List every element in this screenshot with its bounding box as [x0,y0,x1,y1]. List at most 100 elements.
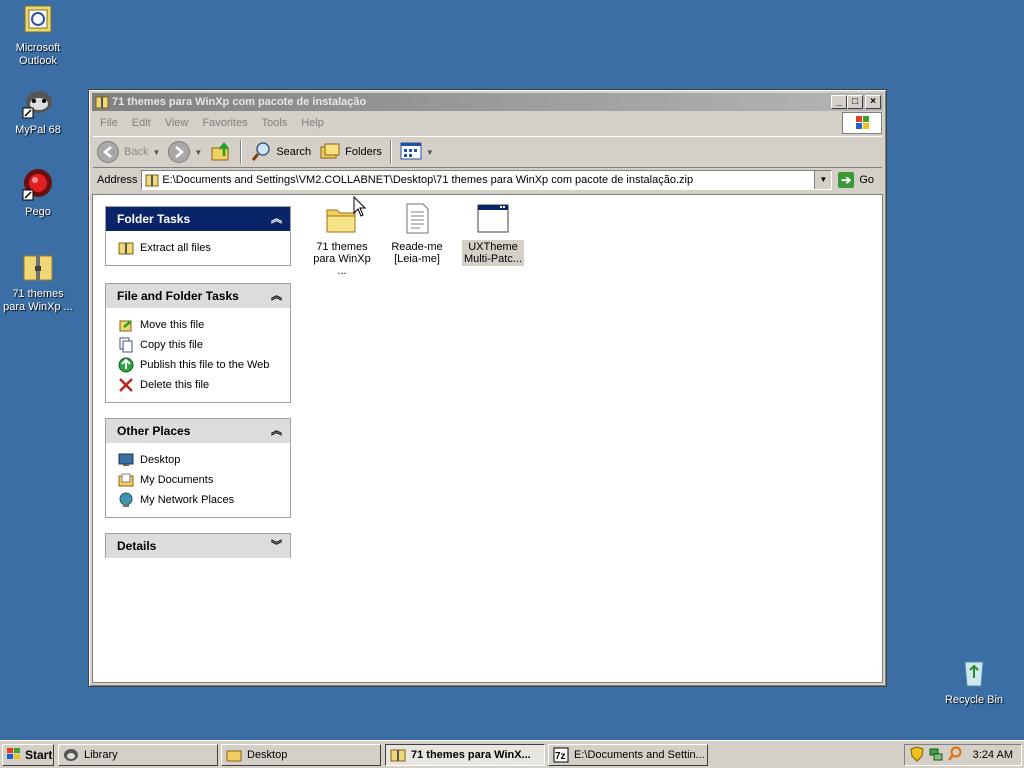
menu-view[interactable]: View [158,117,196,129]
zip-folder-icon [21,250,55,284]
task-publish-web[interactable]: Publish this file to the Web [118,355,290,375]
menu-help[interactable]: Help [294,117,331,129]
taskbar-button-label: E:\Documents and Settin... [574,749,705,761]
place-my-network-places[interactable]: My Network Places [118,490,290,510]
expand-icon[interactable]: ︾ [271,534,282,558]
windows-logo-icon [842,112,882,134]
file-item-readme[interactable]: Reade-me [Leia-me] [381,202,453,266]
task-label: Publish this file to the Web [140,359,270,371]
toolbar-separator [389,140,392,164]
pane-title: File and Folder Tasks [117,289,239,303]
delete-icon [118,377,134,393]
folder-tasks-header[interactable]: Folder Tasks ︽ [106,207,290,231]
my-documents-icon [118,472,134,488]
task-label: Delete this file [140,379,210,391]
folders-label: Folders [345,146,382,158]
collapse-icon[interactable]: ︽ [271,419,282,443]
minimize-button[interactable]: _ [831,95,847,109]
folder-tasks-pane: Folder Tasks ︽ Extract all files [105,206,291,266]
window-controls: _ □ × [831,95,881,109]
views-button[interactable]: ▼ [396,139,438,165]
place-label: My Network Places [140,494,235,506]
pego-icon [21,168,55,202]
magnifier-icon[interactable] [947,746,963,765]
file-label: UXTheme Multi-Patc... [461,240,525,266]
raccoon-icon [63,747,79,763]
search-button[interactable]: Search [246,139,315,165]
menu-tools[interactable]: Tools [255,117,295,129]
chevron-down-icon[interactable]: ▼ [426,148,434,157]
zip-folder-icon [390,747,406,763]
task-copy-file[interactable]: Copy this file [118,335,290,355]
folder-view: Folder Tasks ︽ Extract all files File an… [92,194,883,683]
address-input[interactable]: E:\Documents and Settings\VM2.COLLABNET\… [141,170,833,190]
desktop-icon-pego[interactable]: Pego [0,168,76,219]
folders-icon [319,140,341,165]
back-button[interactable]: Back ▼ [93,139,164,165]
details-header[interactable]: Details ︾ [106,534,290,558]
task-delete-file[interactable]: Delete this file [118,375,290,395]
place-desktop[interactable]: Desktop [118,450,290,470]
search-label: Search [276,146,312,158]
start-button[interactable]: Start [2,744,54,766]
place-my-documents[interactable]: My Documents [118,470,290,490]
desktop-icon-label: Microsoft Outlook [15,42,61,67]
collapse-icon[interactable]: ︽ [271,284,282,308]
folders-button[interactable]: Folders [315,139,386,165]
collapse-icon[interactable]: ︽ [271,207,282,231]
7zip-icon: 7z [553,747,569,763]
title-bar[interactable]: 71 themes para WinXp com pacote de insta… [92,93,883,111]
window-title: 71 themes para WinXp com pacote de insta… [112,96,367,108]
task-move-file[interactable]: Move this file [118,315,290,335]
toolbar-separator [240,140,243,164]
network-places-icon [118,492,134,508]
address-bar: Address E:\Documents and Settings\VM2.CO… [93,169,882,191]
taskbar-button-label: Library [84,749,118,761]
forward-button[interactable]: ▼ [164,139,206,165]
desktop-icon-zip-folder[interactable]: 71 themes para WinXp ... [0,250,76,314]
task-extract-all-files[interactable]: Extract all files [118,238,290,258]
desktop-icon-recycle-bin[interactable]: Recycle Bin [936,656,1012,707]
file-item-folder[interactable]: 71 themes para WinXp ... [306,202,378,278]
explorer-window: 71 themes para WinXp com pacote de insta… [88,89,887,687]
start-label: Start [25,748,53,762]
chevron-down-icon[interactable]: ▼ [152,148,160,157]
taskbar-button-desktop[interactable]: Desktop [221,744,381,766]
desktop-icon-label: Pego [25,206,51,218]
outlook-icon [21,4,55,38]
menu-edit[interactable]: Edit [125,117,158,129]
raccoon-icon [21,86,55,120]
taskbar-button-label: Desktop [247,749,288,761]
network-icon[interactable] [928,746,944,765]
close-button[interactable]: × [865,95,881,109]
application-window-icon [476,202,510,236]
pane-title: Folder Tasks [117,212,191,226]
maximize-button[interactable]: □ [847,95,863,109]
menu-favorites[interactable]: Favorites [195,117,254,129]
desktop-icon-outlook[interactable]: Microsoft Outlook [0,4,76,68]
system-tray: 3:24 AM [904,744,1022,766]
pane-title: Details [117,539,157,553]
go-button[interactable]: ➔ Go [832,172,882,188]
file-folder-tasks-header[interactable]: File and Folder Tasks ︽ [106,284,290,308]
svg-text:7z: 7z [555,751,566,762]
chevron-down-icon[interactable]: ▼ [194,148,202,157]
go-label: Go [859,174,874,186]
address-value: E:\Documents and Settings\VM2.COLLABNET\… [162,174,694,186]
taskbar-button-zip-folder[interactable]: 71 themes para WinX... [385,744,545,766]
clock[interactable]: 3:24 AM [973,749,1013,761]
other-places-header[interactable]: Other Places ︽ [106,419,290,443]
taskbar-button-library[interactable]: Library [58,744,218,766]
up-button[interactable] [206,139,236,165]
desktop-icon-label: 71 themes para WinXp ... [3,288,73,313]
menu-file[interactable]: File [93,117,125,129]
desktop-icon-mypal[interactable]: MyPal 68 [0,86,76,137]
pane-title: Other Places [117,424,191,438]
place-label: My Documents [140,474,214,486]
taskbar-button-7zip[interactable]: 7z E:\Documents and Settin... [548,744,708,766]
recycle-bin-icon [957,656,991,690]
address-dropdown-button[interactable]: ▼ [814,171,832,189]
file-item-uxtheme[interactable]: UXTheme Multi-Patc... [457,202,529,266]
views-icon [400,141,422,164]
shield-icon[interactable] [909,745,925,765]
